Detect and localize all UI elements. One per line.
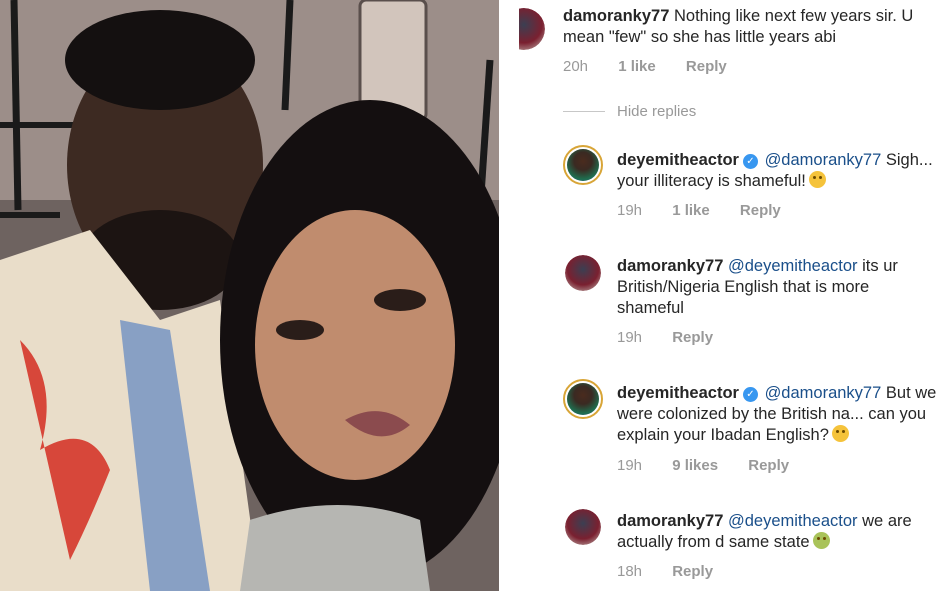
comment-username[interactable]: damoranky77 <box>563 7 669 25</box>
reply-meta: 19h Reply <box>617 329 739 346</box>
avatar[interactable] <box>563 379 603 419</box>
verified-badge-icon: ✓ <box>742 154 758 169</box>
avatar[interactable] <box>565 509 601 545</box>
avatar[interactable] <box>519 8 545 50</box>
comment-time: 20h <box>563 58 589 75</box>
reply-mention[interactable]: @deyemitheactor <box>728 512 858 530</box>
reply-body: deyemitheactor ✓ @damoranky77 But we were… <box>617 383 947 446</box>
reply-meta: 19h 9 likes Reply <box>617 457 815 474</box>
hide-replies-button[interactable]: Hide replies <box>617 103 696 120</box>
reply-username[interactable]: deyemitheactor <box>617 384 739 402</box>
reply-button[interactable]: Reply <box>686 58 727 75</box>
reply-likes[interactable]: 9 likes <box>672 457 718 474</box>
reply-meta: 18h Reply <box>617 563 739 580</box>
reply-button[interactable]: Reply <box>672 563 713 580</box>
selfie-photo <box>0 0 499 591</box>
avatar[interactable] <box>563 145 603 185</box>
reply-mention[interactable]: @damoranky77 <box>765 151 882 169</box>
reply-button[interactable]: Reply <box>748 457 789 474</box>
reply-time: 19h <box>617 202 643 219</box>
selfie-illustration <box>0 0 499 591</box>
comment-body: damoranky77 Nothing like next few years … <box>563 6 948 48</box>
reply-time: 19h <box>617 329 643 346</box>
reply-time: 18h <box>617 563 643 580</box>
reply-button[interactable]: Reply <box>740 202 781 219</box>
divider <box>499 0 519 591</box>
reply-body: deyemitheactor ✓ @damoranky77 Sigh... you… <box>617 150 937 192</box>
reply-time: 19h <box>617 457 643 474</box>
reply-button[interactable]: Reply <box>672 329 713 346</box>
verified-badge-icon: ✓ <box>742 387 758 402</box>
avatar[interactable] <box>565 255 601 291</box>
reply-likes[interactable]: 1 like <box>672 202 710 219</box>
nauseated-face-emoji <box>812 532 830 549</box>
reply-body: damoranky77 @deyemitheactor its ur Briti… <box>617 256 937 319</box>
comments-panel: damoranky77 Nothing like next few years … <box>519 0 948 591</box>
comment-likes[interactable]: 1 like <box>618 58 656 75</box>
reply-username[interactable]: damoranky77 <box>617 512 723 530</box>
reply-username[interactable]: deyemitheactor <box>617 151 739 169</box>
comment-meta: 20h 1 like Reply <box>563 58 753 75</box>
reply-mention[interactable]: @deyemitheactor <box>728 257 858 275</box>
reply-body: damoranky77 @deyemitheactor we are actua… <box>617 511 937 553</box>
reply-username[interactable]: damoranky77 <box>617 257 723 275</box>
grinning-sweat-emoji <box>831 425 849 442</box>
reply-mention[interactable]: @damoranky77 <box>765 384 882 402</box>
unamused-face-emoji <box>808 171 826 188</box>
hide-replies-line <box>563 111 605 112</box>
reply-meta: 19h 1 like Reply <box>617 202 807 219</box>
